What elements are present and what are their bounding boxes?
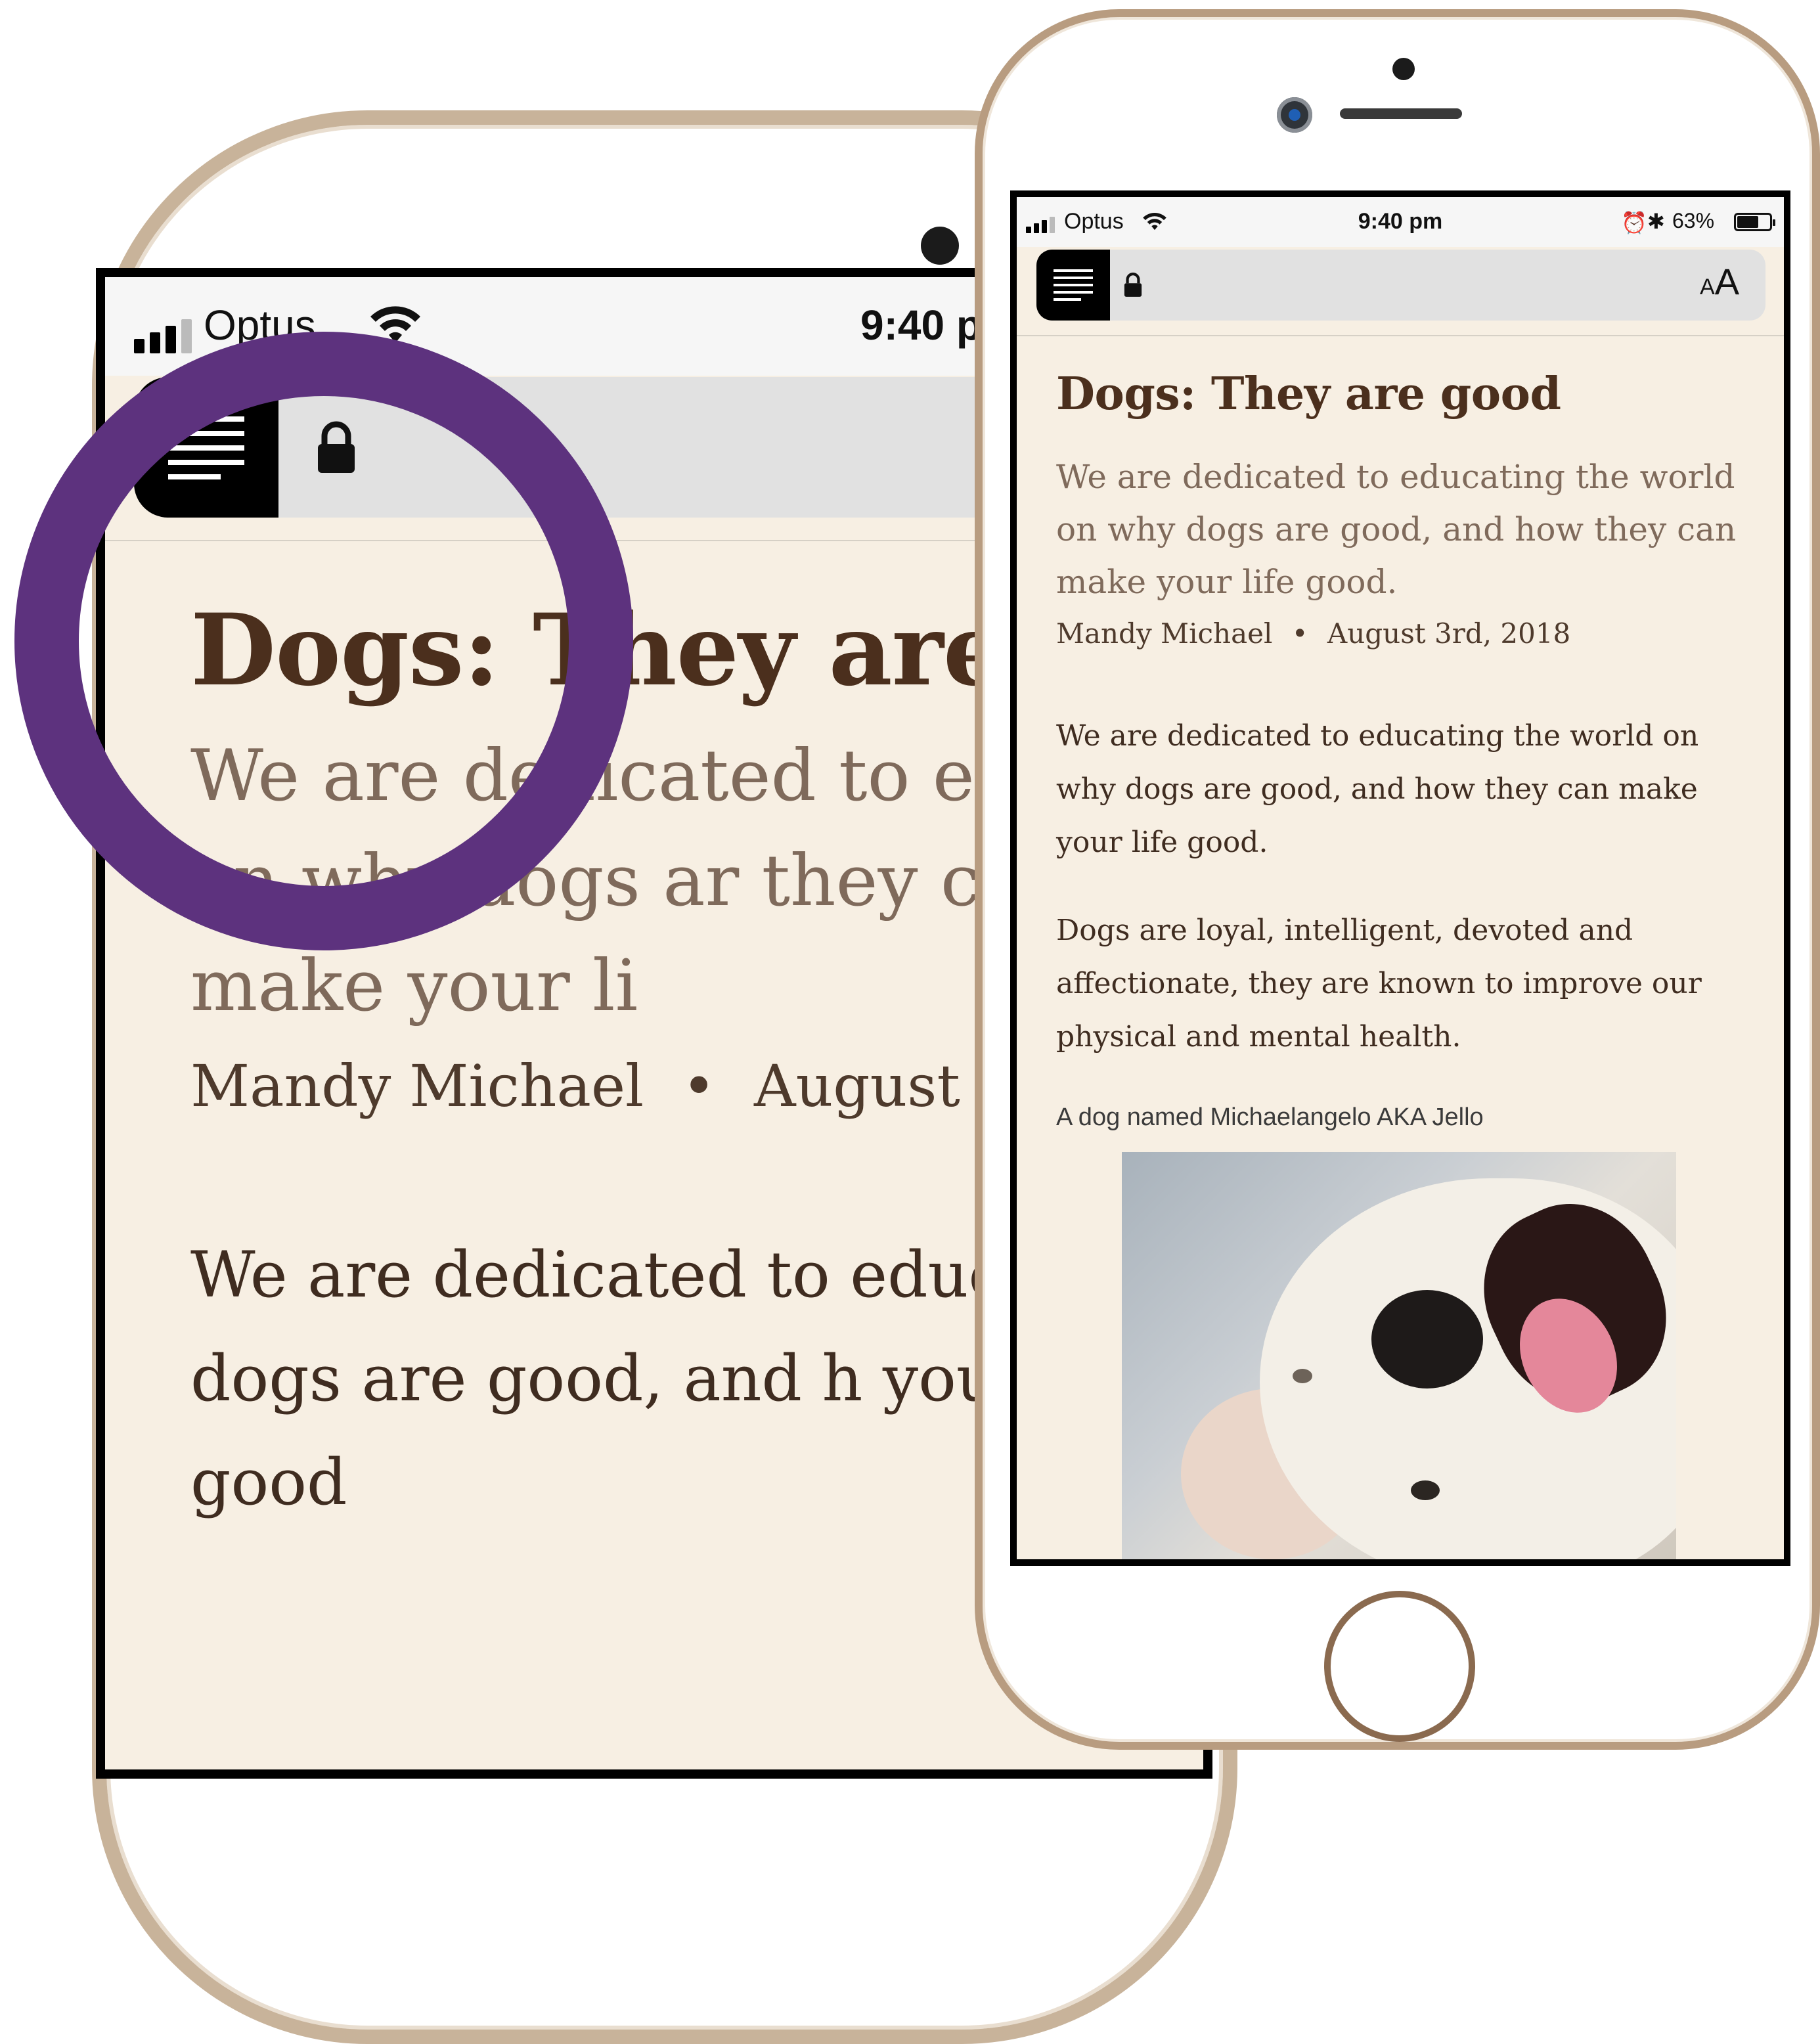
status-bar: Optus 9:40 pm ⏰ ✱ 63%: [1017, 197, 1784, 247]
home-button[interactable]: [1324, 1591, 1475, 1742]
highlight-circle: [14, 332, 633, 950]
battery-icon: [1734, 213, 1775, 231]
reader-view-button[interactable]: [1036, 250, 1110, 321]
article-title: Dogs: They are good: [1056, 368, 1561, 420]
article-subtitle: We are dedicated to educating the world …: [1056, 458, 1737, 601]
address-bar[interactable]: [1036, 250, 1765, 321]
signal-icon: [134, 319, 192, 353]
front-sensor: [921, 227, 959, 265]
earpiece-speaker: [1340, 108, 1462, 119]
clock-label: 9:40 pm: [1358, 209, 1443, 234]
byline-separator: •: [682, 1052, 717, 1120]
zoomed-byline: Mandy Michael • August 3r: [190, 1052, 1043, 1120]
text-size-large: A: [1714, 261, 1740, 302]
byline: Mandy Michael • August 3rd, 2018: [1056, 617, 1570, 650]
author-name: Mandy Michael: [1056, 617, 1273, 650]
body-paragraph-1: We are dedicated to educating the world …: [1056, 719, 1699, 859]
author-name: Mandy Michael: [190, 1052, 644, 1120]
front-camera: [1277, 97, 1312, 133]
image-caption: A dog named Michaelangelo AKA Jello: [1056, 1103, 1484, 1131]
text-size-button[interactable]: AA: [1700, 260, 1739, 303]
battery-percentage: 63%: [1672, 209, 1715, 233]
text-size-small: A: [1700, 275, 1715, 300]
lock-icon: [1124, 273, 1142, 297]
front-sensor: [1392, 58, 1415, 80]
clock-label: 9:40 p: [860, 301, 982, 349]
bluetooth-icon: ✱: [1647, 210, 1665, 233]
phone-screen: Optus 9:40 pm ⏰ ✱ 63% AA Dogs: They are …: [1010, 190, 1790, 1566]
reader-view-icon: [1054, 269, 1093, 301]
publish-date: August 3rd, 2018: [1327, 617, 1571, 650]
toolbar-divider: [1017, 335, 1784, 336]
body-paragraph-2: Dogs are loyal, intelligent, devoted and…: [1056, 914, 1702, 1054]
byline-separator: •: [1291, 617, 1308, 650]
dog-photo: [1122, 1152, 1676, 1559]
alarm-icon: ⏰: [1621, 211, 1647, 234]
